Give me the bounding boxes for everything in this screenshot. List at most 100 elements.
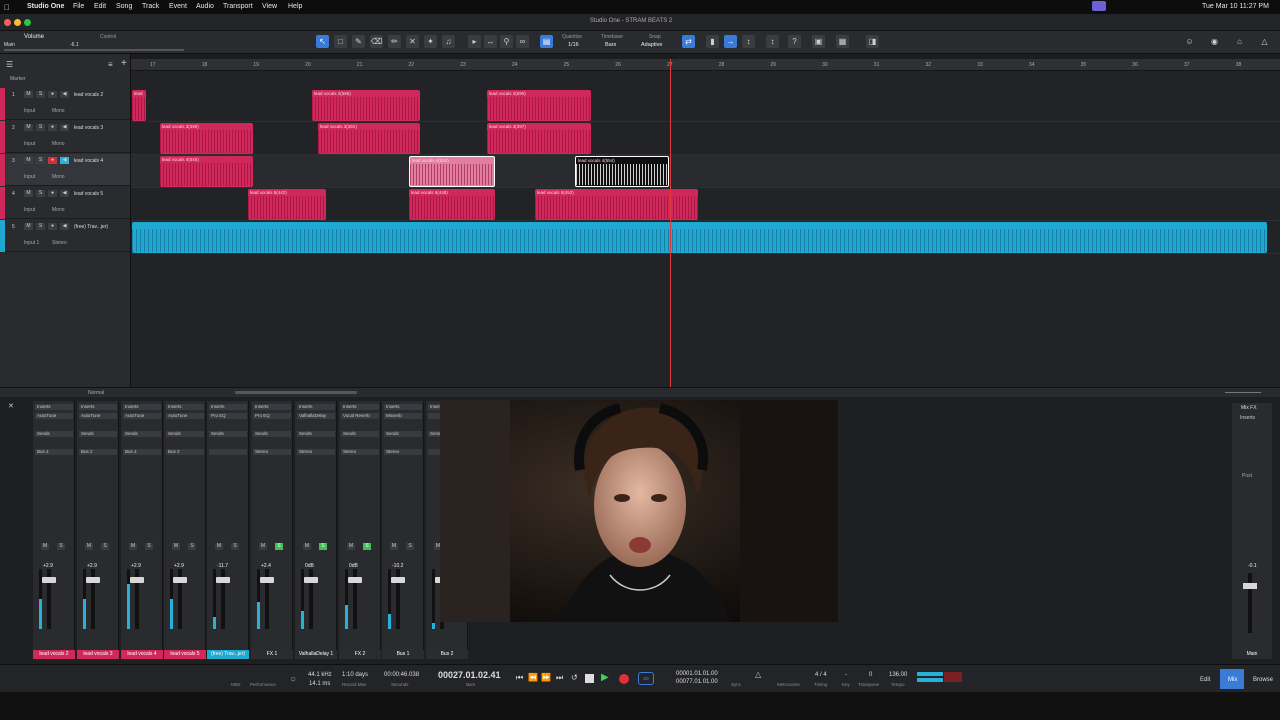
channel-mute[interactable]: M — [215, 543, 223, 550]
help-icon[interactable]: ? — [788, 35, 801, 48]
zoom-icon[interactable]: ⚲ — [500, 35, 513, 48]
snap-value[interactable]: Adaptive — [641, 42, 662, 48]
mute-button[interactable]: M — [24, 190, 33, 197]
position-display[interactable]: 00027.01.02.41 — [438, 670, 501, 680]
track-input[interactable]: Input — [24, 108, 35, 114]
channel-mute[interactable]: M — [172, 543, 180, 550]
loop-toggle-icon[interactable]: ∞ — [638, 672, 654, 685]
sends-slot[interactable]: Sends — [297, 431, 335, 437]
sends-slot[interactable]: Sends — [209, 431, 247, 437]
channel-name[interactable]: ValhallaDelay 1 — [295, 650, 337, 659]
audio-clip[interactable]: lead vocals 3(390) — [160, 123, 253, 154]
send-bus[interactable]: Stereo — [253, 449, 291, 455]
channel-mute[interactable]: M — [85, 543, 93, 550]
insert-plugin[interactable]: Pro EQ — [209, 413, 247, 419]
fader-cap[interactable] — [86, 577, 100, 583]
track-lane[interactable] — [131, 155, 1280, 188]
rewind-icon[interactable]: ⏪ — [528, 673, 538, 682]
track-input[interactable]: Input — [24, 141, 35, 147]
sends-slot[interactable]: Sends — [35, 431, 73, 437]
solo-button[interactable]: S — [36, 190, 45, 197]
inserts-slot[interactable]: Inserts — [341, 404, 379, 410]
channel-fader[interactable] — [304, 569, 318, 629]
menu-file[interactable]: File — [73, 3, 84, 10]
track-header[interactable]: 5 M S ● ◀ (free) Trav...jer) Input 1 Stereo — [0, 220, 130, 252]
record-arm-button[interactable]: ● — [48, 91, 57, 98]
send-bus[interactable]: Bus 2 — [123, 449, 161, 455]
audio-clip[interactable]: lead vocals 5(448) — [409, 189, 495, 220]
zoom-slider[interactable] — [1225, 392, 1261, 393]
play-icon[interactable]: ▶ — [601, 672, 609, 683]
audio-clip[interactable]: lead vocals 3(391) — [318, 123, 420, 154]
list-view-icon[interactable]: ≡ — [108, 60, 113, 69]
listen-tool-icon[interactable]: ♫ — [442, 35, 455, 48]
inserts-slot[interactable]: Inserts — [123, 404, 161, 410]
mute-button[interactable]: M — [24, 157, 33, 164]
track-name[interactable]: lead vocals 5 — [74, 191, 103, 197]
channel-fader[interactable] — [348, 569, 362, 629]
track-mode[interactable]: Mono — [52, 141, 65, 147]
solo-button[interactable]: S — [36, 124, 45, 131]
arrangement-area[interactable]: lead lead vocals 2(586) lead vocals 2(590)… — [131, 71, 1280, 387]
track-header[interactable]: 2 M S ● ◀ lead vocals 3 Input Mono — [0, 121, 130, 153]
grid-icon[interactable]: ▦ — [836, 35, 849, 48]
track-mode[interactable]: Stereo — [52, 240, 67, 246]
fader-cap[interactable] — [173, 577, 187, 583]
playhead[interactable] — [670, 59, 671, 387]
mute-button[interactable]: M — [24, 124, 33, 131]
channel-solo[interactable]: S — [145, 543, 153, 550]
audio-clip[interactable]: lead vocals 4(546) — [160, 156, 253, 187]
main-fader-cap[interactable] — [1243, 583, 1257, 589]
track-header[interactable]: 4 M S ● ◀ lead vocals 5 Input Mono — [0, 187, 130, 219]
record-arm-button[interactable]: ● — [48, 157, 57, 164]
track-lane[interactable] — [131, 89, 1280, 122]
channel-mute[interactable]: M — [259, 543, 267, 550]
track-mode[interactable]: Mono — [52, 174, 65, 180]
loop-icon[interactable]: ↺ — [571, 673, 578, 682]
send-bus[interactable]: Bus 2 — [79, 449, 117, 455]
insert-plugin[interactable]: Vocal Reverb — [341, 413, 379, 419]
insert-plugin[interactable]: ValhallaDelay — [297, 413, 335, 419]
channel-name[interactable]: lead vocals 4 — [121, 650, 163, 659]
browse-view-button[interactable]: Browse — [1253, 677, 1273, 683]
mixer-close-icon[interactable]: ✕ — [8, 402, 14, 410]
time-signature[interactable]: 4 / 4 — [815, 672, 827, 678]
channel-name[interactable]: (free) Trav...jer) — [207, 650, 249, 659]
timebase-value[interactable]: Bars — [605, 42, 616, 48]
fader-cap[interactable] — [304, 577, 318, 583]
insert-plugin[interactable]: Mixverb — [384, 413, 422, 419]
channel-mute[interactable]: M — [129, 543, 137, 550]
metronome-icon[interactable]: △ — [755, 670, 761, 679]
snap-toggle-icon[interactable]: ⇄ — [682, 35, 695, 48]
audio-clip[interactable]: lead — [132, 90, 146, 121]
audio-clip[interactable]: lead vocals 5(442) — [248, 189, 326, 220]
channel-solo[interactable]: S — [319, 543, 327, 550]
channel-fader[interactable] — [391, 569, 405, 629]
edit-mode[interactable]: Normal — [88, 390, 104, 396]
fader-cap[interactable] — [391, 577, 405, 583]
user-icon[interactable]: ☺ — [1183, 35, 1196, 48]
performance-meter-icon[interactable]: ○ — [290, 674, 296, 685]
track-name[interactable]: (free) Trav...jer) — [74, 224, 108, 230]
menu-app-name[interactable]: Studio One — [27, 3, 64, 10]
channel-fader[interactable] — [130, 569, 144, 629]
zoom-range-icon[interactable]: ↔ — [484, 35, 497, 48]
channel-name[interactable]: lead vocals 5 — [164, 650, 206, 659]
link-icon[interactable]: ∞ — [516, 35, 529, 48]
track-input[interactable]: Input — [24, 207, 35, 213]
track-mode[interactable]: Mono — [52, 108, 65, 114]
insert-plugin[interactable]: AutoTune — [79, 413, 117, 419]
channel-solo[interactable]: S — [363, 543, 371, 550]
solo-button[interactable]: S — [36, 223, 45, 230]
stop-icon[interactable] — [585, 674, 594, 683]
menu-event[interactable]: Event — [169, 3, 187, 10]
studio-one-logo-icon[interactable]: ◉ — [1208, 35, 1221, 48]
inserts-slot[interactable]: Inserts — [79, 404, 117, 410]
insert-plugin[interactable]: Pro EQ — [253, 413, 291, 419]
audio-clip[interactable]: lead vocals 4(554) — [575, 156, 669, 187]
channel-mute[interactable]: M — [347, 543, 355, 550]
channel-solo[interactable]: S — [406, 543, 414, 550]
layout-icon[interactable]: ◨ — [866, 35, 879, 48]
paint-tool-icon[interactable]: ✏ — [388, 35, 401, 48]
channel-name[interactable]: lead vocals 2 — [33, 650, 75, 659]
